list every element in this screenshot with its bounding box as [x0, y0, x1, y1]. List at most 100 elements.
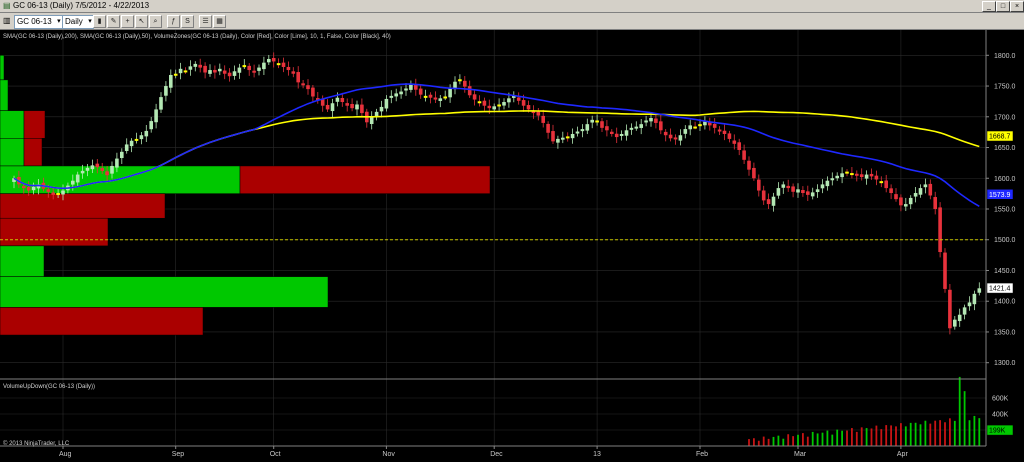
candle-body [948, 289, 952, 329]
candle-body [943, 252, 947, 289]
candle-body [967, 302, 972, 307]
candle-body [414, 84, 418, 90]
price-tick-label: 1450.0 [994, 268, 1016, 275]
candle-body [727, 133, 732, 139]
close-icon[interactable]: × [1010, 1, 1024, 12]
candle-body [301, 83, 305, 86]
candle-body [26, 187, 31, 191]
candle-body [923, 184, 928, 188]
candle-body [610, 131, 614, 134]
pointer-icon[interactable]: ↖ [135, 15, 148, 28]
price-tick-label: 1550.0 [994, 207, 1016, 214]
candle-body [688, 125, 692, 130]
candle-body [747, 160, 751, 170]
bar-type-icon[interactable]: ▮ [93, 15, 106, 28]
instrument-selector[interactable]: GC 06-13 [14, 15, 63, 29]
candle-body [796, 189, 800, 193]
candle-body [335, 97, 340, 102]
candle-body [752, 167, 756, 179]
volume-bar [757, 440, 760, 446]
candle-body [556, 138, 560, 143]
volume-bar [777, 435, 780, 446]
candle-body [742, 150, 746, 160]
candle-body [673, 137, 678, 140]
candle-body [75, 174, 80, 183]
candle-body [825, 180, 830, 187]
volume-bar [973, 415, 976, 446]
candle-body [311, 87, 315, 97]
volume-bar [865, 428, 868, 446]
candle-body [100, 168, 104, 171]
volume-bar [880, 429, 883, 446]
candle-body [232, 71, 237, 76]
candle-body [957, 314, 962, 322]
candle-body [761, 190, 766, 201]
candle-body [227, 72, 232, 77]
candle-body [889, 188, 893, 194]
volume-zone-up [0, 110, 25, 139]
price-tick-label: 1700.0 [994, 114, 1016, 121]
indicators-icon[interactable]: ƒ [167, 15, 180, 28]
price-chart[interactable]: 1300.0 1350.0 1400.0 1450.0 1500.0 1550.0 1600… [0, 30, 1024, 462]
candle-body [22, 186, 26, 189]
crosshair-icon[interactable]: + [121, 15, 134, 28]
volume-bar [806, 436, 809, 446]
candle-body [487, 105, 492, 109]
volume-panel-label: VolumeUpDown(GC 06-13 (Daily)) [3, 384, 95, 390]
candle-body [428, 94, 433, 98]
volume-zone-down [0, 217, 109, 247]
volume-bar [890, 425, 892, 446]
time-tick-label: Nov [382, 451, 395, 458]
candle-body [551, 131, 555, 142]
candle-body [904, 204, 908, 207]
volume-bar [846, 430, 848, 446]
zoom-icon[interactable]: ⌕ [149, 15, 162, 28]
volume-bar [811, 431, 814, 446]
candle-body [918, 188, 923, 195]
strategies-icon[interactable]: S [181, 15, 194, 28]
candle-body [291, 71, 296, 74]
candle-body [820, 184, 825, 189]
maximize-icon[interactable]: □ [996, 1, 1010, 12]
candle-body [619, 133, 624, 136]
candle-body [575, 131, 580, 134]
candle-body [330, 103, 335, 112]
candle-body [899, 197, 903, 206]
period-selector[interactable]: Daily [62, 15, 94, 29]
volume-bar [885, 425, 888, 446]
volume-zone-up [0, 138, 25, 167]
candle-body [580, 129, 585, 132]
candle-body [810, 192, 815, 197]
time-tick-label: Aug [59, 451, 72, 458]
volume-zone-down [0, 193, 166, 219]
candle-body [703, 121, 707, 126]
volume-zone-up [0, 79, 9, 111]
volume-bar [909, 422, 912, 446]
data-box-icon[interactable]: ▦ [213, 15, 226, 28]
candle-body [154, 109, 158, 123]
candle-body [859, 174, 864, 178]
candle-body [516, 97, 521, 101]
candle-body [962, 307, 967, 315]
candle-body [115, 158, 119, 168]
candle-body [850, 173, 854, 176]
candle-body [360, 104, 364, 114]
time-tick-label: Oct [270, 451, 281, 458]
properties-icon[interactable]: ☰ [199, 15, 212, 28]
candle-body [874, 175, 879, 180]
candle-body [561, 137, 565, 140]
candle-body [237, 67, 242, 73]
window-titlebar: ▤ GC 06-13 (Daily) 7/5/2012 - 4/22/2013 … [0, 0, 1024, 13]
volume-bar [851, 428, 853, 446]
price-tick-label: 1800.0 [994, 53, 1016, 60]
volume-bar [831, 434, 834, 446]
candle-body [134, 138, 139, 141]
minimize-icon[interactable]: _ [982, 1, 996, 12]
candle-body [590, 119, 594, 123]
draw-icon[interactable]: ✎ [107, 15, 120, 28]
candle-body [546, 123, 550, 133]
candle-body [95, 163, 100, 168]
volume-bar [762, 436, 765, 446]
volume-bar [860, 427, 863, 446]
candle-body [203, 65, 207, 73]
